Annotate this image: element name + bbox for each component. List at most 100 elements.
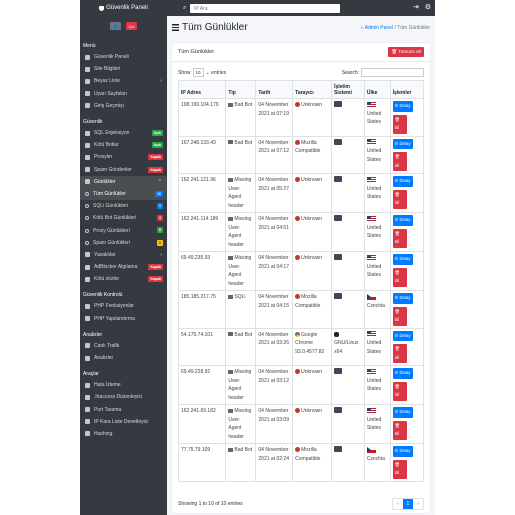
sidebar-item-beyaz-liste[interactable]: Beyaz Liste ‹ [80, 75, 167, 87]
page-title: Tüm Günlükler [172, 22, 248, 33]
delete-all-button[interactable]: 🗑 Tümünü Sil [388, 47, 424, 57]
list-icon [85, 179, 90, 185]
search-icon[interactable]: ⌕ [183, 5, 186, 12]
sidebar-item-php-fonksiyonlar[interactable]: PHP Fonksiyonlar [80, 300, 167, 312]
table-row: 69.49.235.93 Missing User-Agent header 04 … [177, 251, 425, 291]
sidebar-item-proxyler[interactable]: Proxyler Kapalı [80, 151, 167, 163]
column-header[interactable]: IP Adres [177, 80, 227, 99]
detail-button[interactable]: ☰ Detay [392, 254, 413, 265]
os-cell [331, 290, 365, 329]
detail-button[interactable]: ☰ Detay [392, 407, 413, 418]
breadcrumb-home[interactable]: ⌂ Admin Panel [361, 25, 394, 31]
ip-cell: 167.248.133.43 [177, 135, 227, 174]
sidebar-item-t-m-g-nl-kler[interactable]: Tüm Günlükler 10 [80, 187, 167, 201]
settings-icon[interactable]: ⚙ [425, 3, 431, 11]
sidebar-item-spam-g-nderiler[interactable]: Spam Gönderiler Kapalı [80, 164, 167, 176]
browser-icon [295, 255, 301, 261]
table-row: 162.241.114.189 Missing User-Agent header… [177, 212, 425, 252]
os-icon [334, 368, 343, 374]
sidebar-item-proxy-g-nl-kleri[interactable]: Proxy Günlükleri 6 [80, 224, 167, 236]
type-text: SQLi [234, 294, 246, 300]
sidebar-item-spam-g-nl-kleri[interactable]: Spam Günlükleri 0 [80, 237, 167, 249]
show-label: Show [178, 69, 191, 76]
logout-icon[interactable]: ⇥ [413, 3, 419, 11]
sidebar-item-yasakl-lar[interactable]: Yasaklılar ‹ [80, 249, 167, 261]
logout-button[interactable]: Çık [126, 22, 137, 30]
detail-button[interactable]: ☰ Detay [392, 330, 413, 341]
sidebar-section-header: Analizler [83, 331, 103, 338]
ip-cell: 162.241.69.182 [177, 404, 227, 444]
sidebar-item--htaccess-d-zenleyici[interactable]: .htaccess Düzenleyici [80, 391, 167, 403]
ip-cell: 198.199.104.179 [177, 98, 227, 137]
browser-icon [295, 369, 301, 375]
chart-icon [85, 355, 90, 361]
delete-button[interactable]: 🗑 Sil [392, 381, 407, 401]
country-text: United States [366, 224, 382, 240]
breadcrumb-home-label: Admin Panel [364, 25, 394, 31]
column-header[interactable]: Ülke [363, 80, 391, 99]
profile-button[interactable]: 👤 [110, 22, 121, 30]
sidebar-item-g-venlik-paneli[interactable]: Güvenlik Paneli [80, 51, 167, 63]
sidebar-item-adblocker-alg-lama[interactable]: AdBlocker Algılama Kapalı [80, 261, 167, 273]
delete-button[interactable]: 🗑 Sil [392, 344, 407, 363]
sidebar-item-port-tarama[interactable]: Port Tarama [80, 404, 167, 416]
table-row: 198.199.104.179 Bad Bot 04 November 2021 a… [177, 98, 425, 137]
os-cell [331, 404, 365, 444]
table-search-input[interactable] [361, 67, 424, 77]
sidebar-section-header: Araçlar [83, 371, 99, 378]
sidebar-item-canl-trafik[interactable]: Canlı Trafik [80, 340, 167, 352]
sidebar-item-g-nl-kler[interactable]: Günlükler ⌃ [80, 175, 167, 188]
sidebar-item-hata-i-zleme[interactable]: Hata İzleme [80, 379, 167, 391]
sidebar-item-k-t-botlar[interactable]: Kötü Botlar Açık [80, 139, 167, 151]
os-icon [334, 138, 343, 145]
actions-cell: ☰ Detay 🗑 Sil [389, 443, 425, 482]
sidebar-item-sqli-g-nl-kleri[interactable]: SQLi Günlükleri 1 [80, 200, 167, 212]
detail-button[interactable]: ☰ Detay [392, 138, 413, 149]
sidebar-badge: 6 [157, 227, 163, 234]
column-header[interactable]: Tarayıcı [292, 80, 333, 99]
column-header[interactable]: İşlemler [389, 80, 425, 99]
entries-select[interactable]: 10 [192, 67, 204, 77]
sidebar-item-label: Güvenlik Paneli [94, 54, 129, 61]
sidebar-item-sql-enjeksiyon[interactable]: SQL Enjeksiyon Açık [80, 127, 167, 139]
sidebar-item-giri-ge-mi-i[interactable]: Giriş Geçmişi [80, 100, 167, 112]
search-input[interactable]: ⌕ IP Ara [183, 4, 340, 13]
sidebar-item-hashing[interactable]: Hashing [80, 428, 167, 440]
sidebar-item-ip-kara-liste-denetleyici[interactable]: IP Kara Liste Denetleyici [80, 416, 167, 428]
prev-page-button[interactable]: ‹ [393, 499, 403, 509]
sidebar-item-php-yap-land-rma[interactable]: PHP Yapılandırma [80, 313, 167, 325]
delete-button[interactable]: 🗑 Sil [392, 459, 407, 479]
sidebar-item-k-t-s-zler[interactable]: Kötü sözler Kapalı [80, 273, 167, 285]
delete-button[interactable]: 🗑 Sil [392, 152, 407, 171]
delete-button[interactable]: 🗑 Sil [392, 114, 407, 134]
delete-button[interactable]: 🗑 Sil [392, 420, 407, 440]
actions: ☰ Detay 🗑 Sil [392, 138, 421, 171]
sidebar-item-site-bilgileri[interactable]: Site Bilgileri [80, 63, 167, 75]
delete-button[interactable]: 🗑 Sil [392, 228, 407, 248]
next-page-button[interactable]: › [413, 499, 423, 509]
delete-button[interactable]: 🗑 Sil [392, 189, 407, 209]
delete-button[interactable]: 🗑 Sil [392, 267, 407, 287]
delete-button[interactable]: 🗑 Sil [392, 306, 407, 326]
sidebar-item-analizler[interactable]: Analizler [80, 352, 167, 364]
detail-button[interactable]: ☰ Detay [392, 293, 413, 304]
search-placeholder: IP Ara [194, 5, 208, 12]
actions: ☰ Detay 🗑 Sil [392, 330, 421, 363]
sidebar-item-uyar-sayfalar-[interactable]: Uyarı Sayfaları [80, 88, 167, 100]
browser-icon [295, 294, 301, 300]
sidebar-item-k-t-bot-g-nl-kleri[interactable]: Kötü Bot Günlükleri 3 [80, 212, 167, 224]
detail-button[interactable]: ☰ Detay [392, 368, 413, 379]
adblock-icon [85, 264, 90, 270]
page-1-button[interactable]: 1 [402, 499, 414, 509]
chevron-icon: ‹ [160, 78, 162, 85]
type-icon [228, 408, 234, 413]
detail-button[interactable]: ☰ Detay [392, 215, 413, 226]
list-icon [172, 24, 179, 31]
brand[interactable]: Güvenlik Paneli [80, 0, 167, 16]
detail-button[interactable]: ☰ Detay [392, 101, 413, 112]
column-header[interactable]: İşletim Sistemi [331, 80, 365, 99]
column-header[interactable]: Tip [225, 80, 257, 99]
detail-button[interactable]: ☰ Detay [392, 446, 413, 457]
detail-button[interactable]: ☰ Detay [392, 176, 413, 187]
column-header[interactable]: Tarih [255, 80, 294, 99]
